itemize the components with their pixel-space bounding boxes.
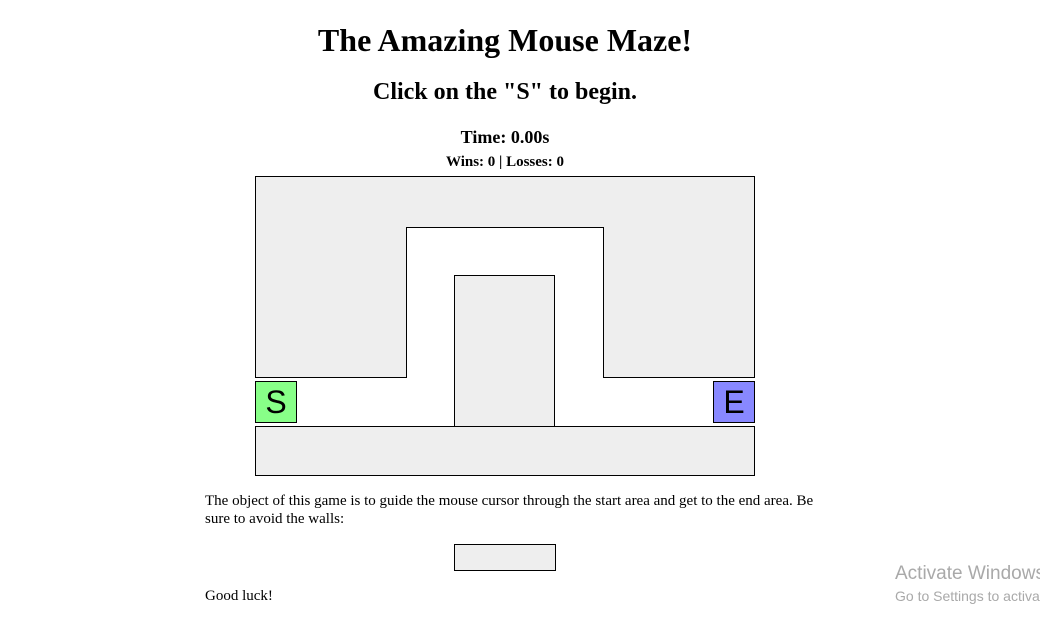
activation-watermark: Activate Windows Go to Settings to activ… bbox=[895, 562, 1040, 606]
end-area[interactable]: E bbox=[713, 381, 755, 423]
watermark-line1: Activate Windows bbox=[895, 563, 1040, 584]
page-title: The Amazing Mouse Maze! bbox=[317, 22, 693, 58]
score-display: Wins: 0 | Losses: 0 bbox=[445, 154, 565, 170]
timer-display: Time: 0.00s bbox=[460, 127, 550, 147]
start-area[interactable]: S bbox=[255, 381, 297, 423]
maze-wall-inner-block[interactable] bbox=[454, 275, 555, 427]
good-luck-text: Good luck! bbox=[205, 588, 273, 604]
maze-wall-edge bbox=[406, 227, 407, 378]
maze-wall-edge bbox=[603, 227, 604, 378]
watermark-line2: Go to Settings to activate Windows. bbox=[895, 588, 1040, 604]
maze-game-page: The Amazing Mouse Maze! Click on the "S"… bbox=[0, 0, 1040, 638]
maze-path-arch-right bbox=[555, 228, 603, 379]
maze-wall-edge bbox=[554, 275, 555, 427]
wall-sample bbox=[454, 544, 556, 571]
maze-wall-edge bbox=[406, 227, 604, 228]
maze-wall-edge bbox=[454, 275, 455, 427]
maze-board: S E bbox=[255, 176, 755, 476]
instructions-text: The object of this game is to guide the … bbox=[205, 493, 814, 527]
start-instruction: Click on the "S" to begin. bbox=[372, 79, 637, 105]
maze-wall-bottom[interactable] bbox=[255, 426, 755, 476]
